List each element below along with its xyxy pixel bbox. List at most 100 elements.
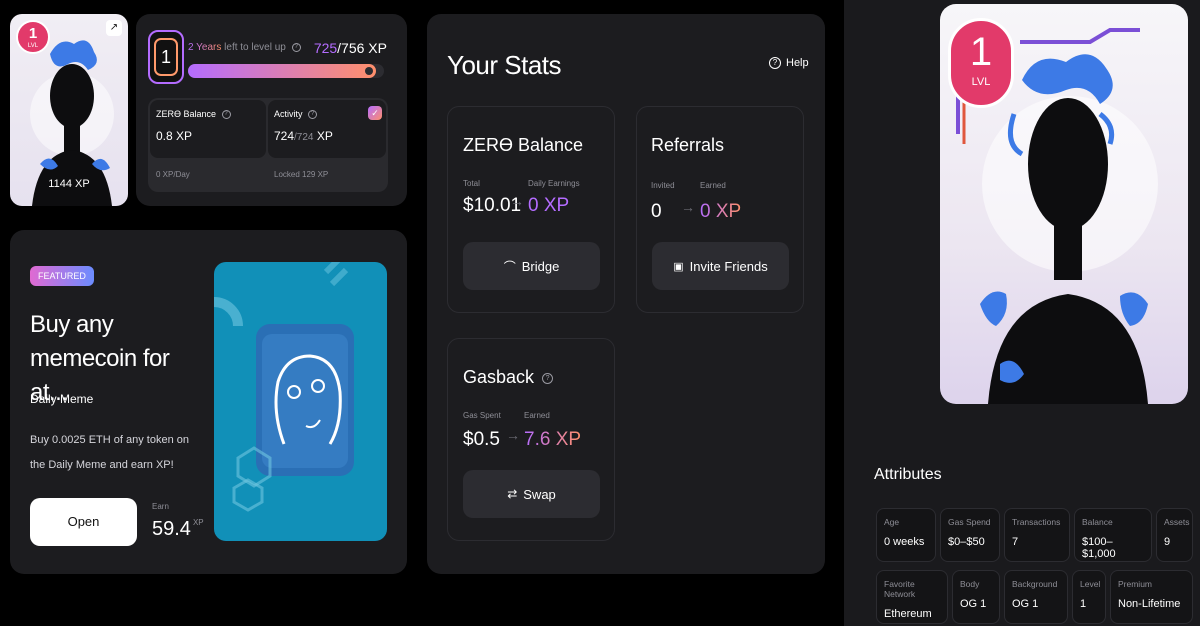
zero-balance-mini: ZERϴ Balance ? 0.8 XP [150,100,266,158]
featured-art [214,262,387,541]
zero-balance-card: ZERϴ Balance Total $10.01 → Daily Earnin… [447,106,615,313]
invite-friends-button[interactable]: ▣ Invite Friends [652,242,789,290]
attribute-value: $100–$1,000 [1082,536,1116,560]
attributes-title: Attributes [874,466,942,483]
attribute-assets: Assets 9 [1156,508,1193,562]
attribute-value: OG 1 [1012,598,1039,610]
avatar-card[interactable]: 1 LVL ↗ 1144 XP [10,14,128,206]
xp-badge: 1144 XP [48,178,90,190]
earned-value: 0 XP [700,201,742,222]
stats-title: Your Stats [447,50,562,80]
attribute-key: Transactions [1012,517,1061,527]
daily-earnings-label: Daily Earnings [528,179,580,188]
zero-balance-mini-value: 0.8 XP [156,129,193,144]
help-icon: ? [769,57,781,69]
attribute-value: OG 1 [960,598,987,610]
big-level-number: 1 [969,30,993,74]
featured-description: Buy 0.0025 ETH of any token on the Daily… [30,434,189,471]
attribute-favorite-network: Favorite Network Ethereum [876,570,948,624]
gas-spent-label: Gas Spent [463,411,501,420]
xp-progress-knob [365,67,374,75]
attribute-key: Premium [1118,579,1153,589]
arrow-right-icon: → [506,427,520,443]
meme-illustration [214,262,354,512]
zero-balance-title: ZERϴ Balance [463,135,584,155]
xp-progress-text: 725/756 XP [314,40,387,56]
large-avatar-card: 1 LVL [940,4,1188,404]
attribute-key: Balance [1082,517,1113,527]
earned-label: Earned [700,181,726,190]
help-icon[interactable]: ? [542,372,554,384]
attribute-balance: Balance $100–$1,000 [1074,508,1152,562]
referrals-title: Referrals [651,135,725,155]
activity-unit: XP [316,129,333,144]
arrow-right-icon: → [510,193,524,209]
zero-balance-rate: 0 XP/Day [156,170,190,179]
help-icon[interactable]: ? [308,110,318,120]
xp-current: 725 [313,40,338,56]
attribute-value: Non-Lifetime [1118,598,1181,610]
featured-card: FEATURED Buy any memecoin for at... Dail… [10,230,407,574]
bridge-icon: ⌒ [503,259,516,274]
invited-label: Invited [651,181,675,190]
attribute-value: 1 [1080,598,1087,610]
earn-value: 59.4 [152,518,191,540]
featured-badge: FEATURED [30,266,94,286]
your-stats-card: Your Stats ? Help ZERϴ Balance Total $10… [427,14,825,574]
help-label: Help [786,57,809,69]
big-level-label: LVL [971,76,991,88]
right-panel: 1 LVL Attributes Age 0 weeks Gas Spend $… [844,0,1200,626]
attribute-value: 7 [1012,536,1019,548]
attribute-premium: Premium Non-Lifetime [1110,570,1193,624]
level-label: LVL [27,43,39,49]
attribute-key: Gas Spend [948,517,991,527]
attribute-key: Level [1080,579,1101,589]
earn-label: Earn [152,502,169,511]
activity-value: 724 [274,129,295,144]
bridge-button[interactable]: ⌒ Bridge [463,242,600,290]
zero-balance-mini-label: ZERϴ Balance [156,109,217,119]
attribute-key: Background [1012,579,1058,589]
activity-mini: Activity ? 724/724 XP ✓ [268,100,386,158]
attribute-value: 0 weeks [884,536,925,548]
referrals-card: Referrals Invited 0 → Earned 0 XP ▣ Invi… [636,106,804,313]
level-number: 1 [28,25,38,42]
swap-button[interactable]: ⇄ Swap [463,470,600,518]
help-link[interactable]: ? Help [769,57,809,69]
level-box-number: 1 [154,38,178,76]
check-icon: ✓ [368,106,382,120]
total-label: Total [463,179,480,188]
attribute-value: Ethereum [884,608,932,620]
attribute-body: Body OG 1 [952,570,1000,624]
open-button[interactable]: Open [30,498,137,546]
attribute-value: 9 [1164,536,1171,548]
xp-progress-bar [188,64,384,78]
bridge-label: Bridge [521,258,560,274]
time-left-value: 2 Years [188,42,222,53]
gasback-card: Gasback ? Gas Spent $0.5 → Earned 7.6 XP… [447,338,615,541]
earn-unit: XP [192,518,204,527]
help-icon[interactable]: ? [221,110,231,120]
help-icon[interactable]: ? [291,42,301,52]
attribute-level: Level 1 [1072,570,1106,624]
attribute-key: Favorite Network [884,579,916,599]
invite-friends-label: Invite Friends [689,258,768,274]
arrow-right-icon: → [681,199,695,215]
gasback-title: Gasback [463,367,535,387]
swap-label: Swap [523,486,556,502]
gas-earned-label: Earned [524,411,550,420]
attribute-key: Assets [1164,517,1190,527]
gift-icon: ▣ [673,260,684,273]
gas-earned-value: 7.6 XP [524,429,582,450]
level-box: 1 [148,30,184,84]
level-progress-card: 1 2 Years left to level up ? 725/756 XP … [136,14,407,206]
attribute-age: Age 0 weeks [876,508,936,562]
attribute-key: Body [960,579,980,589]
featured-subtitle: Daily Meme [30,392,94,406]
daily-earnings-value: 0 XP [528,195,570,216]
expand-icon[interactable]: ↗ [106,20,122,36]
attribute-value: $0–$50 [948,536,985,548]
activity-mini-label: Activity [274,109,303,119]
attribute-background: Background OG 1 [1004,570,1068,624]
xp-total: /756 XP [337,40,387,56]
